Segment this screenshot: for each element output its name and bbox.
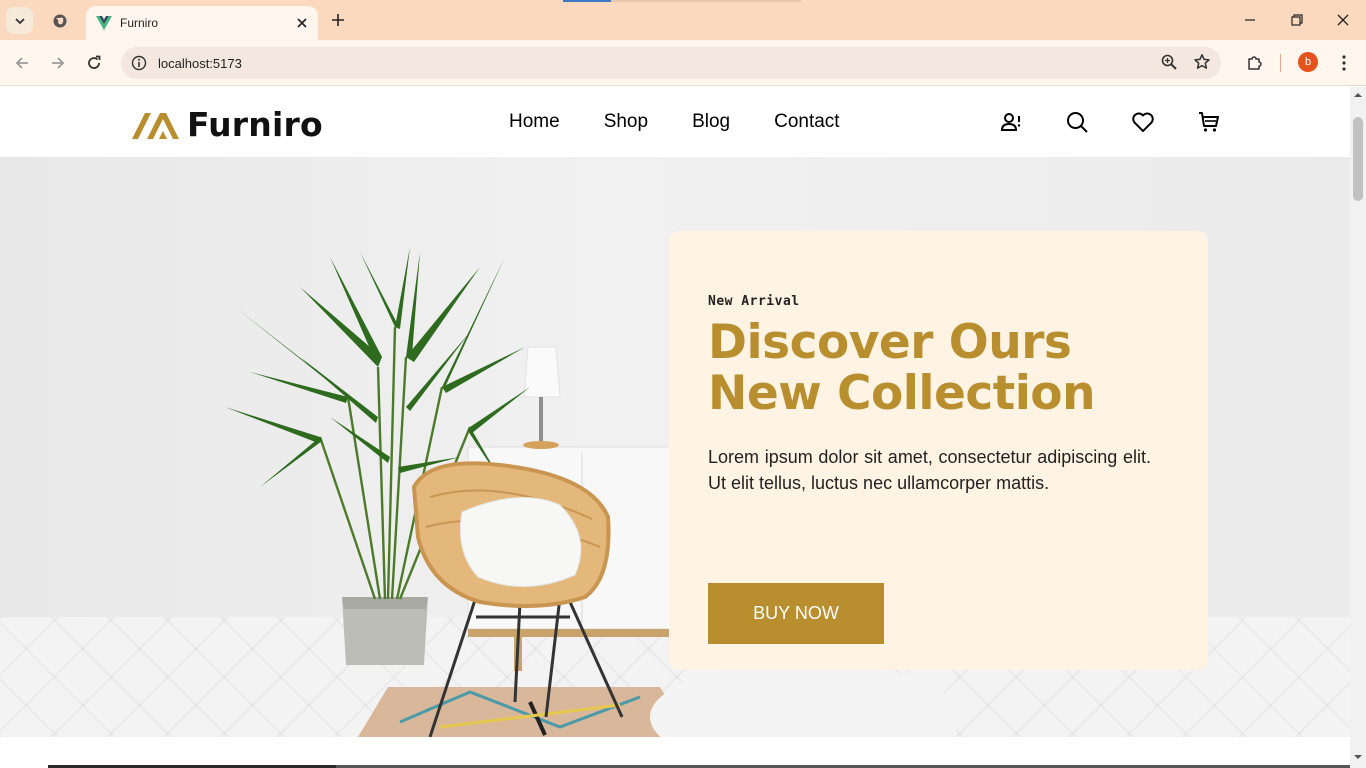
table-lamp [523,346,561,449]
pouf [650,662,960,737]
plus-icon [332,14,344,26]
puzzle-icon [1248,56,1262,70]
arrow-right-icon [52,57,65,69]
account-button[interactable] [998,109,1024,135]
window-restore-button[interactable] [1283,8,1311,32]
forward-button[interactable] [46,51,70,75]
nav-blog[interactable]: Blog [692,111,730,133]
minimize-icon [1245,19,1255,21]
rattan-chair [411,461,611,608]
site-logo[interactable]: Furniro [131,105,323,144]
browser-menu-button[interactable] [1332,51,1356,75]
account-icon [1000,113,1021,131]
tab-search-button[interactable] [6,7,33,34]
star-icon [1194,54,1210,69]
scroll-thumb[interactable] [1353,117,1363,201]
reload-icon [88,55,101,69]
web-page: Furniro Home Shop Blog Contact New Arriv… [0,87,1350,737]
tab-close-button[interactable] [292,13,312,33]
browser-tab-bar: Furniro [0,0,1366,40]
zoom-icon [1161,54,1177,70]
hero-eyebrow: New Arrival [708,294,800,309]
bookmark-button[interactable] [1193,53,1213,73]
nav-shop[interactable]: Shop [604,111,648,133]
heart-icon [1132,112,1154,132]
hero-description: Lorem ipsum dolor sit amet, consectetur … [708,447,1151,493]
tab-furniro[interactable]: Furniro [86,6,318,40]
hero-card: New Arrival Discover Ours New Collection… [669,231,1208,670]
extensions-button[interactable] [1243,51,1267,75]
page-scrollbar[interactable] [1350,87,1366,768]
address-bar[interactable]: localhost:5173 [121,47,1221,79]
close-icon [297,18,307,28]
furniro-logo-icon [132,112,179,139]
restore-icon [1291,14,1303,26]
window-minimize-button[interactable] [1236,8,1264,32]
nav-home[interactable]: Home [509,111,560,133]
browser-toolbar: localhost:5173 b [0,40,1366,86]
rug [358,687,690,737]
info-icon [131,55,147,71]
wishlist-button[interactable] [1130,109,1156,135]
back-button[interactable] [10,51,34,75]
close-icon [1337,14,1349,26]
tab-strip-line [611,0,801,2]
search-button[interactable] [1064,109,1090,135]
zoom-button[interactable] [1160,53,1180,73]
globe-icon [53,14,67,27]
arrow-left-icon [15,57,28,69]
vue-favicon-icon [96,16,112,30]
toolbar-divider [1280,54,1281,72]
nav-contact[interactable]: Contact [774,111,839,133]
more-vertical-icon [1342,55,1346,71]
main-nav: Home Shop Blog Contact [509,111,884,133]
cart-icon [1199,112,1219,132]
url-text: localhost:5173 [158,55,242,71]
tab-other[interactable] [46,7,74,34]
chevron-down-icon [14,17,25,24]
site-header: Furniro Home Shop Blog Contact [0,87,1350,157]
cart-button[interactable] [1196,109,1222,135]
buy-now-button[interactable]: BUY NOW [708,583,884,644]
window-close-button[interactable] [1329,8,1357,32]
logo-text: Furniro [187,105,323,144]
new-tab-button[interactable] [326,8,350,32]
hero-title: Discover Ours New Collection [708,315,1096,421]
tab-title: Furniro [120,16,159,30]
profile-avatar[interactable]: b [1298,52,1318,72]
site-info-button[interactable] [124,48,154,78]
tab-strip-indicator [563,0,611,2]
reload-button[interactable] [82,51,106,75]
search-icon [1067,112,1088,133]
plant-pot [342,597,428,665]
scroll-down-arrow-icon[interactable] [1354,753,1362,761]
hero-section: New Arrival Discover Ours New Collection… [0,157,1350,737]
scroll-up-arrow-icon[interactable] [1354,91,1362,99]
